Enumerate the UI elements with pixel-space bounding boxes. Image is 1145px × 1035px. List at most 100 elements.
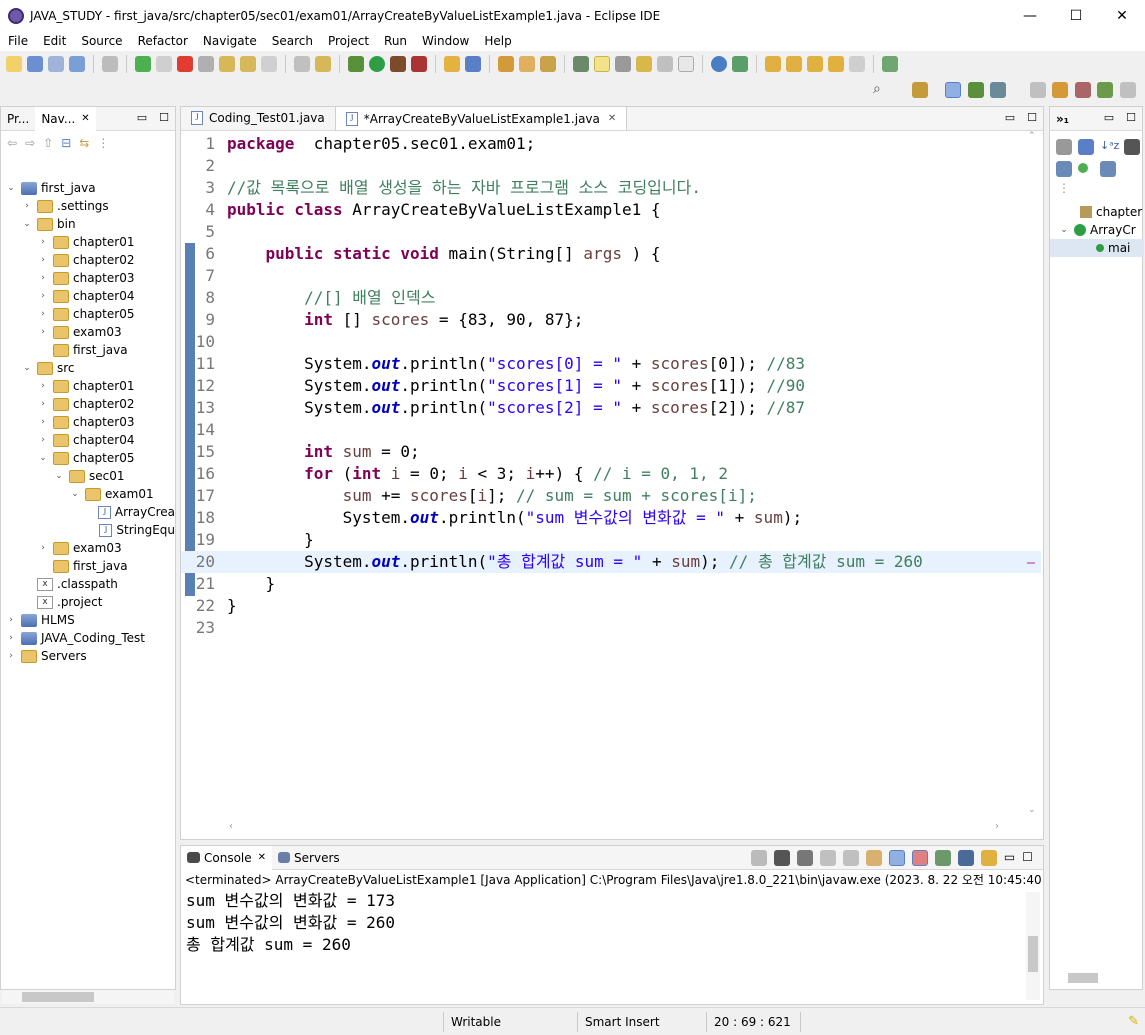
console-output[interactable]: sum 변수값의 변화값 = 173 sum 변수값의 변화값 = 260 총 합계… bbox=[181, 890, 1043, 956]
chevron-right-icon[interactable]: › bbox=[37, 327, 49, 337]
search-tool-icon[interactable] bbox=[540, 56, 556, 72]
tree-item[interactable]: first_java bbox=[1, 341, 175, 359]
close-icon[interactable]: ✕ bbox=[81, 113, 89, 124]
code-line[interactable]: 1 package chapter05.sec01.exam01; bbox=[181, 133, 1041, 155]
globe-icon[interactable] bbox=[711, 56, 727, 72]
tree-item[interactable]: › HLMS bbox=[1, 611, 175, 629]
terminal-icon[interactable] bbox=[69, 56, 85, 72]
hide-local-types-icon[interactable] bbox=[1100, 161, 1116, 177]
tab-package-explorer[interactable]: Pr... bbox=[1, 107, 35, 131]
quick-access-icon[interactable] bbox=[912, 82, 928, 98]
format-icon[interactable] bbox=[294, 56, 310, 72]
scroll-right-icon[interactable]: › bbox=[995, 821, 999, 832]
new-class-icon[interactable] bbox=[465, 56, 481, 72]
tree-item[interactable]: J StringEqu bbox=[1, 521, 175, 539]
collapse-all-icon[interactable]: ⊟ bbox=[61, 136, 71, 150]
show-on-output-icon[interactable] bbox=[888, 850, 905, 866]
open-console-icon[interactable] bbox=[980, 850, 997, 866]
chevron-right-icon[interactable]: › bbox=[37, 291, 49, 301]
tab-coding-test01[interactable]: J Coding_Test01.java bbox=[181, 106, 335, 130]
code-line[interactable]: 20 System.out.println("총 합계값 sum = " + s… bbox=[181, 551, 1041, 573]
chevron-right-icon[interactable]: › bbox=[37, 273, 49, 283]
block-selection-icon[interactable] bbox=[615, 56, 631, 72]
chevron-right-icon[interactable]: › bbox=[37, 381, 49, 391]
scrollbar-thumb[interactable] bbox=[1068, 973, 1098, 983]
chevron-right-icon[interactable]: › bbox=[37, 435, 49, 445]
code-line[interactable]: 19 } bbox=[181, 529, 1041, 551]
code-line[interactable]: 18 System.out.println("sum 변수값의 변화값 = " … bbox=[181, 507, 1041, 529]
step-over-icon[interactable] bbox=[240, 56, 256, 72]
chevron-down-icon[interactable]: ⌄ bbox=[21, 219, 33, 229]
coverage-icon[interactable] bbox=[390, 56, 406, 72]
code-line[interactable]: 12 System.out.println("scores[1] = " + s… bbox=[181, 375, 1041, 397]
code-line[interactable]: 9 int [] scores = {83, 90, 87}; bbox=[181, 309, 1041, 331]
close-button[interactable]: ✕ bbox=[1099, 0, 1145, 31]
code-line[interactable]: 15 int sum = 0; bbox=[181, 441, 1041, 463]
scrollbar-thumb[interactable] bbox=[1028, 936, 1038, 972]
pin-icon[interactable] bbox=[732, 56, 748, 72]
minimize-panel-icon[interactable]: ▭ bbox=[137, 111, 147, 124]
new-icon[interactable] bbox=[6, 56, 22, 72]
chevron-down-icon[interactable]: ⌄ bbox=[53, 471, 65, 481]
toggle-icon[interactable] bbox=[315, 56, 331, 72]
suspend-icon[interactable] bbox=[156, 56, 172, 72]
tree-item[interactable]: x .classpath bbox=[1, 575, 175, 593]
tree-item[interactable]: › chapter03 bbox=[1, 269, 175, 287]
remove-launch-icon[interactable] bbox=[773, 850, 790, 866]
chevron-down-icon[interactable]: ⌄ bbox=[21, 363, 33, 373]
tree-item[interactable]: ⌄ bin bbox=[1, 215, 175, 233]
save-all-icon[interactable] bbox=[48, 56, 64, 72]
display-console-icon[interactable] bbox=[957, 850, 974, 866]
hide-static-icon[interactable] bbox=[1056, 161, 1072, 177]
git-perspective-icon[interactable] bbox=[990, 82, 1006, 98]
outline-view-icon[interactable] bbox=[1052, 82, 1068, 98]
terminate-icon[interactable] bbox=[177, 56, 193, 72]
tree-item[interactable]: › chapter05 bbox=[1, 305, 175, 323]
tree-item[interactable]: ⌄ chapter05 bbox=[1, 449, 175, 467]
edit-icon[interactable] bbox=[636, 56, 652, 72]
external-tools-icon[interactable] bbox=[411, 56, 427, 72]
pin-console-icon[interactable] bbox=[934, 850, 951, 866]
tree-item[interactable]: x .project bbox=[1, 593, 175, 611]
book-icon[interactable] bbox=[1097, 82, 1113, 98]
open-task-icon[interactable] bbox=[519, 56, 535, 72]
chevron-right-icon[interactable]: › bbox=[5, 633, 17, 643]
close-icon[interactable]: ✕ bbox=[258, 852, 266, 863]
chevron-right-icon[interactable]: › bbox=[5, 651, 17, 661]
close-icon[interactable]: ✕ bbox=[608, 113, 616, 124]
code-line[interactable]: 3 //값 목록으로 배열 생성을 하는 자바 프로그램 소스 코딩입니다. bbox=[181, 177, 1041, 199]
tab-console[interactable]: Console ✕ bbox=[181, 845, 273, 870]
code-line[interactable]: 17 sum += scores[i]; // sum = sum + scor… bbox=[181, 485, 1041, 507]
chevron-right-icon[interactable]: › bbox=[37, 309, 49, 319]
chevron-right-icon[interactable]: › bbox=[37, 399, 49, 409]
step-into-icon[interactable] bbox=[219, 56, 235, 72]
menu-window[interactable]: Window bbox=[414, 34, 476, 48]
forward-icon[interactable] bbox=[849, 56, 865, 72]
scroll-lock-icon[interactable] bbox=[842, 850, 859, 866]
java-perspective-icon[interactable] bbox=[945, 82, 961, 98]
restore-icon[interactable] bbox=[1030, 82, 1046, 98]
maximize-panel-icon[interactable]: ☐ bbox=[1027, 111, 1037, 124]
remove-all-icon[interactable] bbox=[796, 850, 813, 866]
disconnect-icon[interactable] bbox=[198, 56, 214, 72]
minimize-button[interactable]: — bbox=[1007, 0, 1053, 31]
word-wrap-icon[interactable] bbox=[657, 56, 673, 72]
clear-console-icon[interactable] bbox=[819, 850, 836, 866]
tree-item[interactable]: › chapter04 bbox=[1, 431, 175, 449]
save-icon[interactable] bbox=[27, 56, 43, 72]
tree-item[interactable]: › chapter04 bbox=[1, 287, 175, 305]
search-icon[interactable]: ⌕ bbox=[873, 81, 881, 97]
navigator-hscrollbar[interactable] bbox=[2, 990, 174, 1004]
tree-item[interactable]: › .settings bbox=[1, 197, 175, 215]
maximize-panel-icon[interactable]: ☐ bbox=[159, 111, 169, 124]
tree-item[interactable]: first_java bbox=[1, 557, 175, 575]
tree-item[interactable]: › JAVA_Coding_Test bbox=[1, 629, 175, 647]
step-return-icon[interactable] bbox=[261, 56, 277, 72]
resume-icon[interactable] bbox=[135, 56, 151, 72]
horizontal-scrollbar[interactable]: ‹ › bbox=[197, 821, 1027, 835]
open-type-icon[interactable] bbox=[498, 56, 514, 72]
outline-item-selected[interactable]: mai bbox=[1050, 239, 1144, 257]
hide-fields-icon[interactable] bbox=[1124, 139, 1140, 155]
minimize-panel-icon[interactable]: ▭ bbox=[1004, 850, 1015, 866]
menu-navigate[interactable]: Navigate bbox=[195, 34, 264, 48]
